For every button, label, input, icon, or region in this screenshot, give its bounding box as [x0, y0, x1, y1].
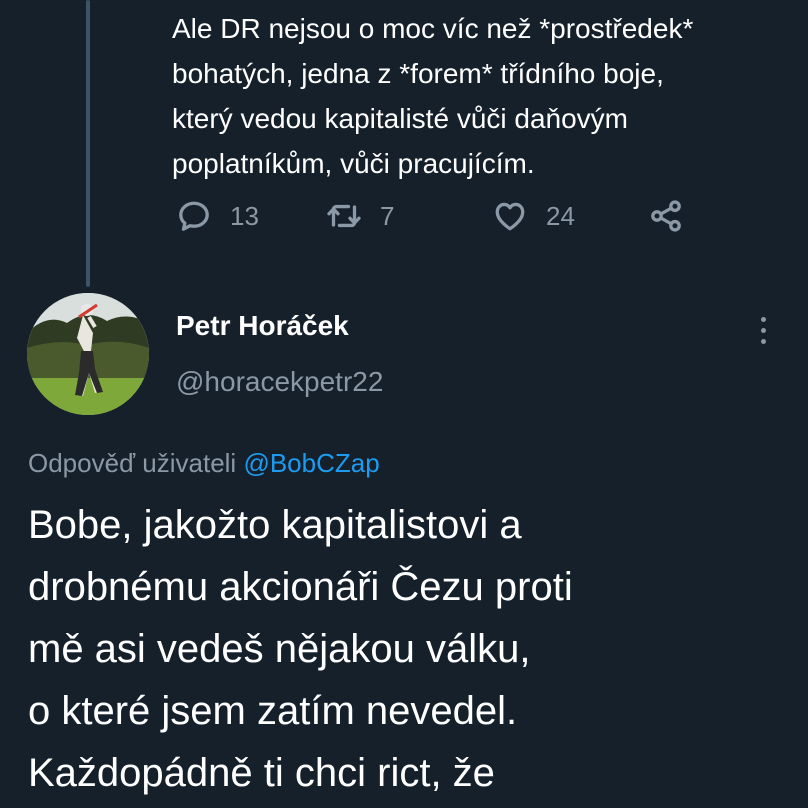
like-count: 24: [546, 200, 575, 231]
previous-tweet-actions: 13 7 24: [0, 198, 808, 246]
reply-mention-link[interactable]: @BobCZap: [243, 448, 379, 478]
retweet-icon: [327, 204, 361, 228]
reply-icon: [179, 201, 209, 231]
avatar-image: [27, 293, 149, 415]
like-button[interactable]: 24: [492, 198, 575, 234]
reply-count: 13: [230, 200, 259, 231]
retweet-count: 7: [380, 200, 395, 231]
retweet-button[interactable]: 7: [326, 198, 394, 234]
tweet-text: Bobe, jakožto kapitalistovi a drobnému a…: [28, 503, 573, 795]
more-icon-dot: [760, 338, 766, 344]
more-options-button[interactable]: [748, 310, 778, 350]
more-icon-dot: [760, 327, 766, 333]
reply-context: Odpověď uživateli @BobCZap: [28, 448, 380, 479]
more-icon-dot: [760, 316, 766, 322]
share-icon: [651, 200, 681, 232]
reply-button[interactable]: 13: [176, 198, 259, 234]
author-name[interactable]: Petr Horáček: [176, 310, 349, 342]
heart-icon: [495, 202, 525, 231]
reply-prefix: Odpověď uživateli: [28, 448, 237, 478]
share-button[interactable]: [648, 198, 684, 234]
avatar[interactable]: [27, 293, 149, 415]
author-handle[interactable]: @horacekpetr22: [176, 366, 383, 398]
previous-tweet-text: Ale DR nejsou o moc víc než *prostředek*…: [172, 13, 694, 179]
